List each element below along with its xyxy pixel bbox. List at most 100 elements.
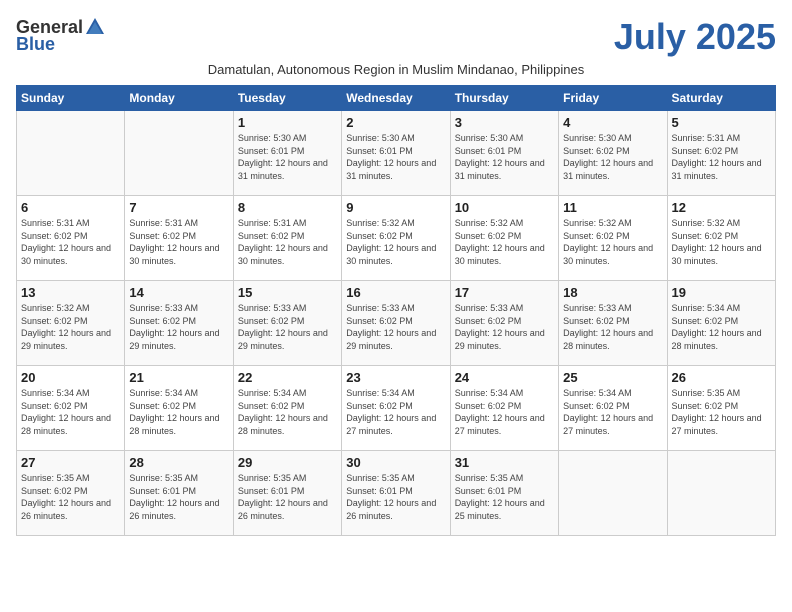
daylight-hours: Daylight: 12 hours and 26 minutes. bbox=[129, 498, 219, 521]
sunset-text: Sunset: 6:02 PM bbox=[672, 401, 739, 411]
day-info: Sunrise: 5:35 AMSunset: 6:02 PMDaylight:… bbox=[672, 387, 771, 437]
day-info: Sunrise: 5:35 AMSunset: 6:01 PMDaylight:… bbox=[129, 472, 228, 522]
day-info: Sunrise: 5:34 AM Sunset: 6:02 PM Daylight:… bbox=[238, 387, 337, 437]
daylight-hours: Daylight: 12 hours and 30 minutes. bbox=[455, 243, 545, 266]
daylight-hours: Daylight: 12 hours and 30 minutes. bbox=[672, 243, 762, 266]
sunset-text: Sunset: 6:02 PM bbox=[21, 231, 88, 241]
day-number: 15 bbox=[238, 285, 337, 300]
day-number: 14 bbox=[129, 285, 228, 300]
day-number: 25 bbox=[563, 370, 662, 385]
daylight-hours: Daylight: 12 hours and 29 minutes. bbox=[346, 328, 436, 351]
calendar-cell: 14Sunrise: 5:33 AMSunset: 6:02 PMDayligh… bbox=[125, 281, 233, 366]
sunset-text: Sunset: 6:02 PM bbox=[563, 231, 630, 241]
logo-icon bbox=[84, 16, 106, 38]
calendar-cell: 12Sunrise: 5:32 AMSunset: 6:02 PMDayligh… bbox=[667, 196, 775, 281]
day-info: Sunrise: 5:33 AMSunset: 6:02 PMDaylight:… bbox=[455, 302, 554, 352]
sunrise-text: Sunrise: 5:35 AM bbox=[238, 473, 307, 483]
calendar-cell: 23Sunrise: 5:34 AMSunset: 6:02 PMDayligh… bbox=[342, 366, 450, 451]
daylight-hours: Daylight: 12 hours and 29 minutes. bbox=[455, 328, 545, 351]
sunrise-text: Sunrise: 5:35 AM bbox=[346, 473, 415, 483]
daylight-hours: Daylight: 12 hours and 26 minutes. bbox=[346, 498, 436, 521]
calendar-cell: 15Sunrise: 5:33 AMSunset: 6:02 PMDayligh… bbox=[233, 281, 341, 366]
month-title: July 2025 bbox=[614, 16, 776, 58]
day-info: Sunrise: 5:35 AMSunset: 6:02 PMDaylight:… bbox=[21, 472, 120, 522]
daylight-hours: Daylight: 12 hours and 31 minutes. bbox=[563, 158, 653, 181]
calendar-cell bbox=[17, 111, 125, 196]
calendar-cell: 9Sunrise: 5:32 AMSunset: 6:02 PMDaylight… bbox=[342, 196, 450, 281]
sunrise-text: Sunrise: 5:30 AM bbox=[455, 133, 524, 143]
sunset-text: Sunset: 6:02 PM bbox=[672, 231, 739, 241]
daylight-hours: Daylight: 12 hours and 31 minutes. bbox=[455, 158, 545, 181]
col-header-tuesday: Tuesday bbox=[233, 86, 341, 111]
sunset-text: Sunset: 6:02 PM bbox=[672, 316, 739, 326]
col-header-thursday: Thursday bbox=[450, 86, 558, 111]
day-info: Sunrise: 5:34 AMSunset: 6:02 PMDaylight:… bbox=[672, 302, 771, 352]
calendar-cell: 29Sunrise: 5:35 AMSunset: 6:01 PMDayligh… bbox=[233, 451, 341, 536]
daylight-hours: Daylight: 12 hours and 30 minutes. bbox=[21, 243, 111, 266]
day-info: Sunrise: 5:34 AMSunset: 6:02 PMDaylight:… bbox=[21, 387, 120, 437]
calendar-table: SundayMondayTuesdayWednesdayThursdayFrid… bbox=[16, 85, 776, 536]
calendar-cell: 2Sunrise: 5:30 AMSunset: 6:01 PMDaylight… bbox=[342, 111, 450, 196]
col-header-sunday: Sunday bbox=[17, 86, 125, 111]
calendar-cell: 3 Sunrise: 5:30 AM Sunset: 6:01 PM Daylight… bbox=[450, 111, 558, 196]
calendar-week-1: 1Sunrise: 5:30 AMSunset: 6:01 PMDaylight… bbox=[17, 111, 776, 196]
sunset-text: Sunset: 6:02 PM bbox=[563, 146, 630, 156]
sunset-text: Sunset: 6:02 PM bbox=[346, 316, 413, 326]
calendar-cell: 25Sunrise: 5:34 AMSunset: 6:02 PMDayligh… bbox=[559, 366, 667, 451]
sunset-text: Sunset: 6:02 PM bbox=[238, 401, 305, 411]
sunset-text: Sunset: 6:01 PM bbox=[346, 146, 413, 156]
day-number: 31 bbox=[455, 455, 554, 470]
day-number: 16 bbox=[346, 285, 445, 300]
daylight-hours: Daylight: 12 hours and 30 minutes. bbox=[238, 243, 328, 266]
day-info: Sunrise: 5:31 AMSunset: 6:02 PMDaylight:… bbox=[129, 217, 228, 267]
daylight-hours: Daylight: 12 hours and 29 minutes. bbox=[21, 328, 111, 351]
sunset-text: Sunset: 6:01 PM bbox=[455, 486, 522, 496]
calendar-cell bbox=[559, 451, 667, 536]
day-number: 26 bbox=[672, 370, 771, 385]
daylight-hours: Daylight: 12 hours and 26 minutes. bbox=[238, 498, 328, 521]
calendar-cell: 13Sunrise: 5:32 AMSunset: 6:02 PMDayligh… bbox=[17, 281, 125, 366]
sunset-text: Sunset: 6:02 PM bbox=[129, 316, 196, 326]
sunset-text: Sunset: 6:02 PM bbox=[129, 231, 196, 241]
daylight-hours: Daylight: 12 hours and 25 minutes. bbox=[455, 498, 545, 521]
day-number: 30 bbox=[346, 455, 445, 470]
calendar-cell: 17Sunrise: 5:33 AMSunset: 6:02 PMDayligh… bbox=[450, 281, 558, 366]
sunset-text: Sunset: 6:01 PM bbox=[455, 146, 522, 156]
daylight-hours: Daylight: 12 hours and 28 minutes. bbox=[238, 413, 328, 436]
calendar-cell: 28Sunrise: 5:35 AMSunset: 6:01 PMDayligh… bbox=[125, 451, 233, 536]
calendar-week-4: 20Sunrise: 5:34 AMSunset: 6:02 PMDayligh… bbox=[17, 366, 776, 451]
day-info: Sunrise: 5:34 AMSunset: 6:02 PMDaylight:… bbox=[455, 387, 554, 437]
sunrise-text: Sunrise: 5:34 AM bbox=[455, 388, 524, 398]
day-info: Sunrise: 5:32 AMSunset: 6:02 PMDaylight:… bbox=[21, 302, 120, 352]
calendar-cell: 27Sunrise: 5:35 AMSunset: 6:02 PMDayligh… bbox=[17, 451, 125, 536]
calendar-cell: 31Sunrise: 5:35 AMSunset: 6:01 PMDayligh… bbox=[450, 451, 558, 536]
sunrise-text: Sunrise: 5:33 AM bbox=[563, 303, 632, 313]
daylight-hours: Daylight: 12 hours and 28 minutes. bbox=[21, 413, 111, 436]
day-info: Sunrise: 5:32 AMSunset: 6:02 PMDaylight:… bbox=[455, 217, 554, 267]
sunrise-text: Sunrise: 5:34 AM bbox=[238, 388, 307, 398]
sunrise-text: Sunrise: 5:33 AM bbox=[238, 303, 307, 313]
calendar-cell: 1Sunrise: 5:30 AMSunset: 6:01 PMDaylight… bbox=[233, 111, 341, 196]
sunrise-text: Sunrise: 5:32 AM bbox=[21, 303, 90, 313]
daylight-hours: Daylight: 12 hours and 26 minutes. bbox=[21, 498, 111, 521]
calendar-cell: 11Sunrise: 5:32 AMSunset: 6:02 PMDayligh… bbox=[559, 196, 667, 281]
sunset-text: Sunset: 6:02 PM bbox=[129, 401, 196, 411]
calendar-cell: 16Sunrise: 5:33 AMSunset: 6:02 PMDayligh… bbox=[342, 281, 450, 366]
sunrise-text: Sunrise: 5:32 AM bbox=[455, 218, 524, 228]
sunset-text: Sunset: 6:01 PM bbox=[129, 486, 196, 496]
sunrise-text: Sunrise: 5:34 AM bbox=[21, 388, 90, 398]
daylight-hours: Daylight: 12 hours and 27 minutes. bbox=[672, 413, 762, 436]
calendar-week-5: 27Sunrise: 5:35 AMSunset: 6:02 PMDayligh… bbox=[17, 451, 776, 536]
daylight-hours: Daylight: 12 hours and 27 minutes. bbox=[346, 413, 436, 436]
calendar-cell: 4Sunrise: 5:30 AMSunset: 6:02 PMDaylight… bbox=[559, 111, 667, 196]
sunrise-text: Sunrise: 5:33 AM bbox=[129, 303, 198, 313]
sunset-text: Sunset: 6:02 PM bbox=[346, 401, 413, 411]
day-info: Sunrise: 5:30 AM Sunset: 6:01 PM Daylight:… bbox=[455, 132, 554, 182]
day-number: 21 bbox=[129, 370, 228, 385]
sunrise-text: Sunrise: 5:31 AM bbox=[672, 133, 741, 143]
sunset-text: Sunset: 6:02 PM bbox=[563, 316, 630, 326]
calendar-cell bbox=[667, 451, 775, 536]
sunset-text: Sunset: 6:02 PM bbox=[455, 401, 522, 411]
day-number: 3 bbox=[455, 115, 554, 130]
day-number: 29 bbox=[238, 455, 337, 470]
